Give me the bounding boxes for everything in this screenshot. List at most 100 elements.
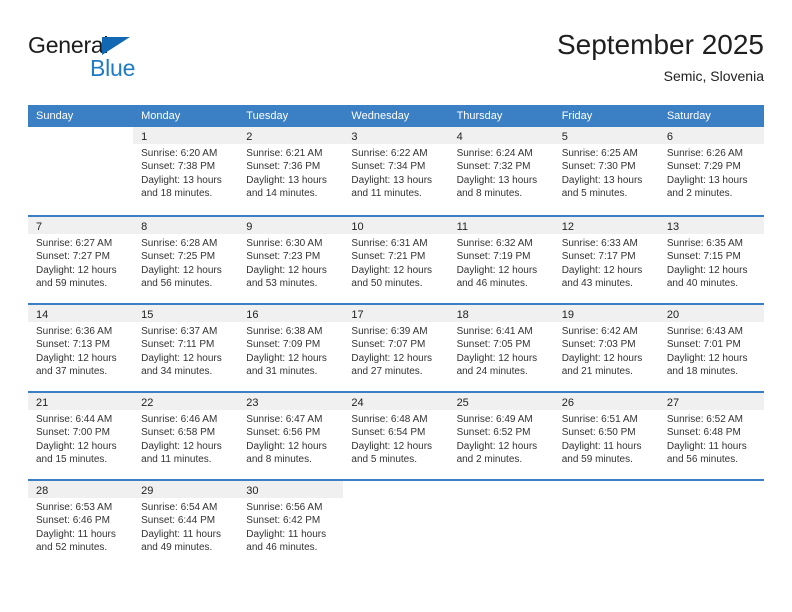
daylight-text-line1: Daylight: 12 hours (456, 352, 538, 364)
calendar-day-cell[interactable]: 29 Sunrise: 6:54 AM Sunset: 6:44 PM Dayligh… (133, 481, 239, 567)
calendar-day-cell[interactable]: 5 Sunrise: 6:25 AM Sunset: 7:30 PM Daylight… (553, 127, 659, 215)
sunset-text: Sunset: 7:05 PM (456, 339, 531, 351)
calendar-day-cell[interactable]: 8 Sunrise: 6:28 AM Sunset: 7:25 PM Daylight… (133, 217, 239, 303)
sunset-text: Sunset: 7:13 PM (36, 339, 110, 351)
calendar-week-row: 1 Sunrise: 6:20 AM Sunset: 7:38 PM Daylight… (28, 127, 764, 215)
daylight-text-line1: Daylight: 12 hours (456, 264, 538, 276)
sunrise-text: Sunrise: 6:21 AM (246, 148, 323, 159)
sunrise-text: Sunrise: 6:42 AM (561, 326, 638, 337)
calendar-day-cell[interactable]: 9 Sunrise: 6:30 AM Sunset: 7:23 PM Daylight… (238, 217, 344, 303)
day-number-band: 23 (238, 393, 344, 410)
daylight-text-line1: Daylight: 11 hours (246, 528, 327, 540)
calendar-day-cell[interactable]: 14 Sunrise: 6:36 AM Sunset: 7:13 PM Dayligh… (28, 305, 134, 391)
calendar-day-cell[interactable]: 13 Sunrise: 6:35 AM Sunset: 7:15 PM Dayligh… (658, 217, 764, 303)
daylight-text-line1: Daylight: 13 hours (246, 174, 327, 186)
sunset-text: Sunset: 7:25 PM (141, 251, 216, 263)
day-detail-lines: Sunrise: 6:56 AM Sunset: 6:42 PM Daylight:… (238, 498, 343, 555)
calendar-day-cell[interactable]: 15 Sunrise: 6:37 AM Sunset: 7:11 PM Dayligh… (133, 305, 239, 391)
day-number: 30 (246, 485, 259, 497)
calendar-day-cell[interactable]: 18 Sunrise: 6:41 AM Sunset: 7:05 PM Dayligh… (448, 305, 554, 391)
calendar-day-cell[interactable]: 21 Sunrise: 6:44 AM Sunset: 7:00 PM Dayligh… (28, 393, 134, 479)
sunrise-text: Sunrise: 6:51 AM (561, 414, 638, 425)
calendar-day-cell[interactable]: 20 Sunrise: 6:43 AM Sunset: 7:01 PM Dayligh… (658, 305, 764, 391)
sunset-text: Sunset: 7:27 PM (36, 251, 110, 263)
weekday-header-sunday: Sunday (36, 110, 74, 122)
day-number-band: 26 (553, 393, 659, 410)
sunrise-text: Sunrise: 6:26 AM (666, 148, 743, 159)
day-detail-lines: Sunrise: 6:21 AM Sunset: 7:36 PM Daylight:… (238, 144, 343, 201)
day-number-band: 10 (343, 217, 449, 234)
sunset-text: Sunset: 7:03 PM (561, 339, 636, 351)
calendar-day-cell[interactable]: 22 Sunrise: 6:46 AM Sunset: 6:58 PM Dayligh… (133, 393, 239, 479)
day-number: 10 (351, 221, 364, 233)
daylight-text-line2: and 46 minutes. (246, 542, 318, 554)
day-detail-lines: Sunrise: 6:35 AM Sunset: 7:15 PM Daylight:… (659, 234, 764, 291)
sunset-text: Sunset: 7:21 PM (351, 251, 426, 263)
daylight-text-line1: Daylight: 11 hours (666, 440, 747, 452)
day-number-band: 28 (28, 481, 134, 498)
daylight-text-line2: and 50 minutes. (351, 278, 423, 290)
daylight-text-line1: Daylight: 12 hours (246, 264, 327, 276)
day-detail-lines: Sunrise: 6:27 AM Sunset: 7:27 PM Daylight:… (28, 234, 133, 291)
calendar-day-cell[interactable]: 10 Sunrise: 6:31 AM Sunset: 7:21 PM Dayligh… (343, 217, 449, 303)
calendar-day-cell[interactable]: 26 Sunrise: 6:51 AM Sunset: 6:50 PM Dayligh… (553, 393, 659, 479)
daylight-text-line1: Daylight: 12 hours (36, 440, 117, 452)
calendar-day-cell[interactable]: 27 Sunrise: 6:52 AM Sunset: 6:48 PM Dayligh… (658, 393, 764, 479)
calendar-page: General Blue September 2025 Semic, Slove… (0, 0, 792, 612)
day-detail-lines: Sunrise: 6:24 AM Sunset: 7:32 PM Daylight:… (449, 144, 554, 201)
calendar-day-cell[interactable]: 2 Sunrise: 6:21 AM Sunset: 7:36 PM Daylight… (238, 127, 344, 215)
calendar-day-cell[interactable]: 1 Sunrise: 6:20 AM Sunset: 7:38 PM Daylight… (133, 127, 239, 215)
day-number: 23 (246, 397, 259, 409)
brand-logo[interactable]: General Blue (28, 32, 228, 90)
daylight-text-line2: and 18 minutes. (666, 366, 739, 378)
daylight-text-line1: Daylight: 12 hours (456, 440, 538, 452)
day-number: 1 (141, 131, 148, 143)
day-number-band: 25 (448, 393, 554, 410)
daylight-text-line1: Daylight: 12 hours (561, 264, 643, 276)
day-number: 14 (36, 309, 49, 321)
calendar-week-row: 28 Sunrise: 6:53 AM Sunset: 6:46 PM Dayligh… (28, 479, 764, 567)
calendar-day-cell[interactable]: 16 Sunrise: 6:38 AM Sunset: 7:09 PM Dayligh… (238, 305, 344, 391)
weekday-header-monday: Monday (141, 110, 181, 122)
calendar-day-cell[interactable]: 11 Sunrise: 6:32 AM Sunset: 7:19 PM Dayligh… (448, 217, 554, 303)
daylight-text-line2: and 40 minutes. (666, 278, 739, 290)
calendar-grid: Sunday Monday Tuesday Wednesday Thursday Frid… (28, 105, 764, 567)
day-number: 22 (141, 397, 154, 409)
calendar-day-cell[interactable]: 17 Sunrise: 6:39 AM Sunset: 7:07 PM Dayligh… (343, 305, 449, 391)
day-number-band: 9 (238, 217, 344, 234)
daylight-text-line2: and 59 minutes. (561, 454, 633, 466)
day-number-band: 3 (343, 127, 449, 144)
daylight-text-line2: and 46 minutes. (456, 278, 528, 290)
sunrise-text: Sunrise: 6:39 AM (351, 326, 428, 337)
daylight-text-line1: Daylight: 13 hours (561, 174, 643, 186)
calendar-week-row: 7 Sunrise: 6:27 AM Sunset: 7:27 PM Daylight… (28, 215, 764, 303)
weekday-header-saturday: Saturday (666, 110, 711, 122)
calendar-day-cell[interactable]: 12 Sunrise: 6:33 AM Sunset: 7:17 PM Dayligh… (553, 217, 659, 303)
daylight-text-line2: and 11 minutes. (351, 188, 422, 200)
calendar-day-cell[interactable]: 24 Sunrise: 6:48 AM Sunset: 6:54 PM Dayligh… (343, 393, 449, 479)
sunrise-text: Sunrise: 6:52 AM (666, 414, 743, 425)
calendar-day-cell[interactable]: 7 Sunrise: 6:27 AM Sunset: 7:27 PM Daylight… (28, 217, 134, 303)
calendar-day-cell[interactable]: 30 Sunrise: 6:56 AM Sunset: 6:42 PM Dayligh… (238, 481, 344, 567)
day-number: 29 (141, 485, 154, 497)
calendar-day-cell[interactable]: 6 Sunrise: 6:26 AM Sunset: 7:29 PM Daylight… (658, 127, 764, 215)
calendar-day-cell[interactable]: 3 Sunrise: 6:22 AM Sunset: 7:34 PM Daylight… (343, 127, 449, 215)
calendar-day-cell[interactable]: 25 Sunrise: 6:49 AM Sunset: 6:52 PM Dayligh… (448, 393, 554, 479)
day-number-band: 21 (28, 393, 134, 410)
daylight-text-line2: and 27 minutes. (351, 366, 423, 378)
day-number-band: 18 (448, 305, 554, 322)
weekday-header-friday: Friday (561, 110, 593, 122)
sunrise-text: Sunrise: 6:33 AM (561, 238, 638, 249)
calendar-day-cell[interactable]: 23 Sunrise: 6:47 AM Sunset: 6:56 PM Dayligh… (238, 393, 344, 479)
sunrise-text: Sunrise: 6:53 AM (36, 502, 113, 513)
day-number-band: 2 (238, 127, 344, 144)
daylight-text-line1: Daylight: 12 hours (666, 352, 748, 364)
daylight-text-line1: Daylight: 12 hours (36, 264, 117, 276)
sunrise-text: Sunrise: 6:37 AM (141, 326, 218, 337)
sunrise-text: Sunrise: 6:27 AM (36, 238, 113, 249)
day-number: 6 (666, 131, 673, 143)
calendar-day-cell[interactable]: 28 Sunrise: 6:53 AM Sunset: 6:46 PM Dayligh… (28, 481, 134, 567)
calendar-day-cell[interactable]: 4 Sunrise: 6:24 AM Sunset: 7:32 PM Daylight… (448, 127, 554, 215)
calendar-day-cell[interactable]: 19 Sunrise: 6:42 AM Sunset: 7:03 PM Dayligh… (553, 305, 659, 391)
sunset-text: Sunset: 6:48 PM (666, 427, 741, 439)
